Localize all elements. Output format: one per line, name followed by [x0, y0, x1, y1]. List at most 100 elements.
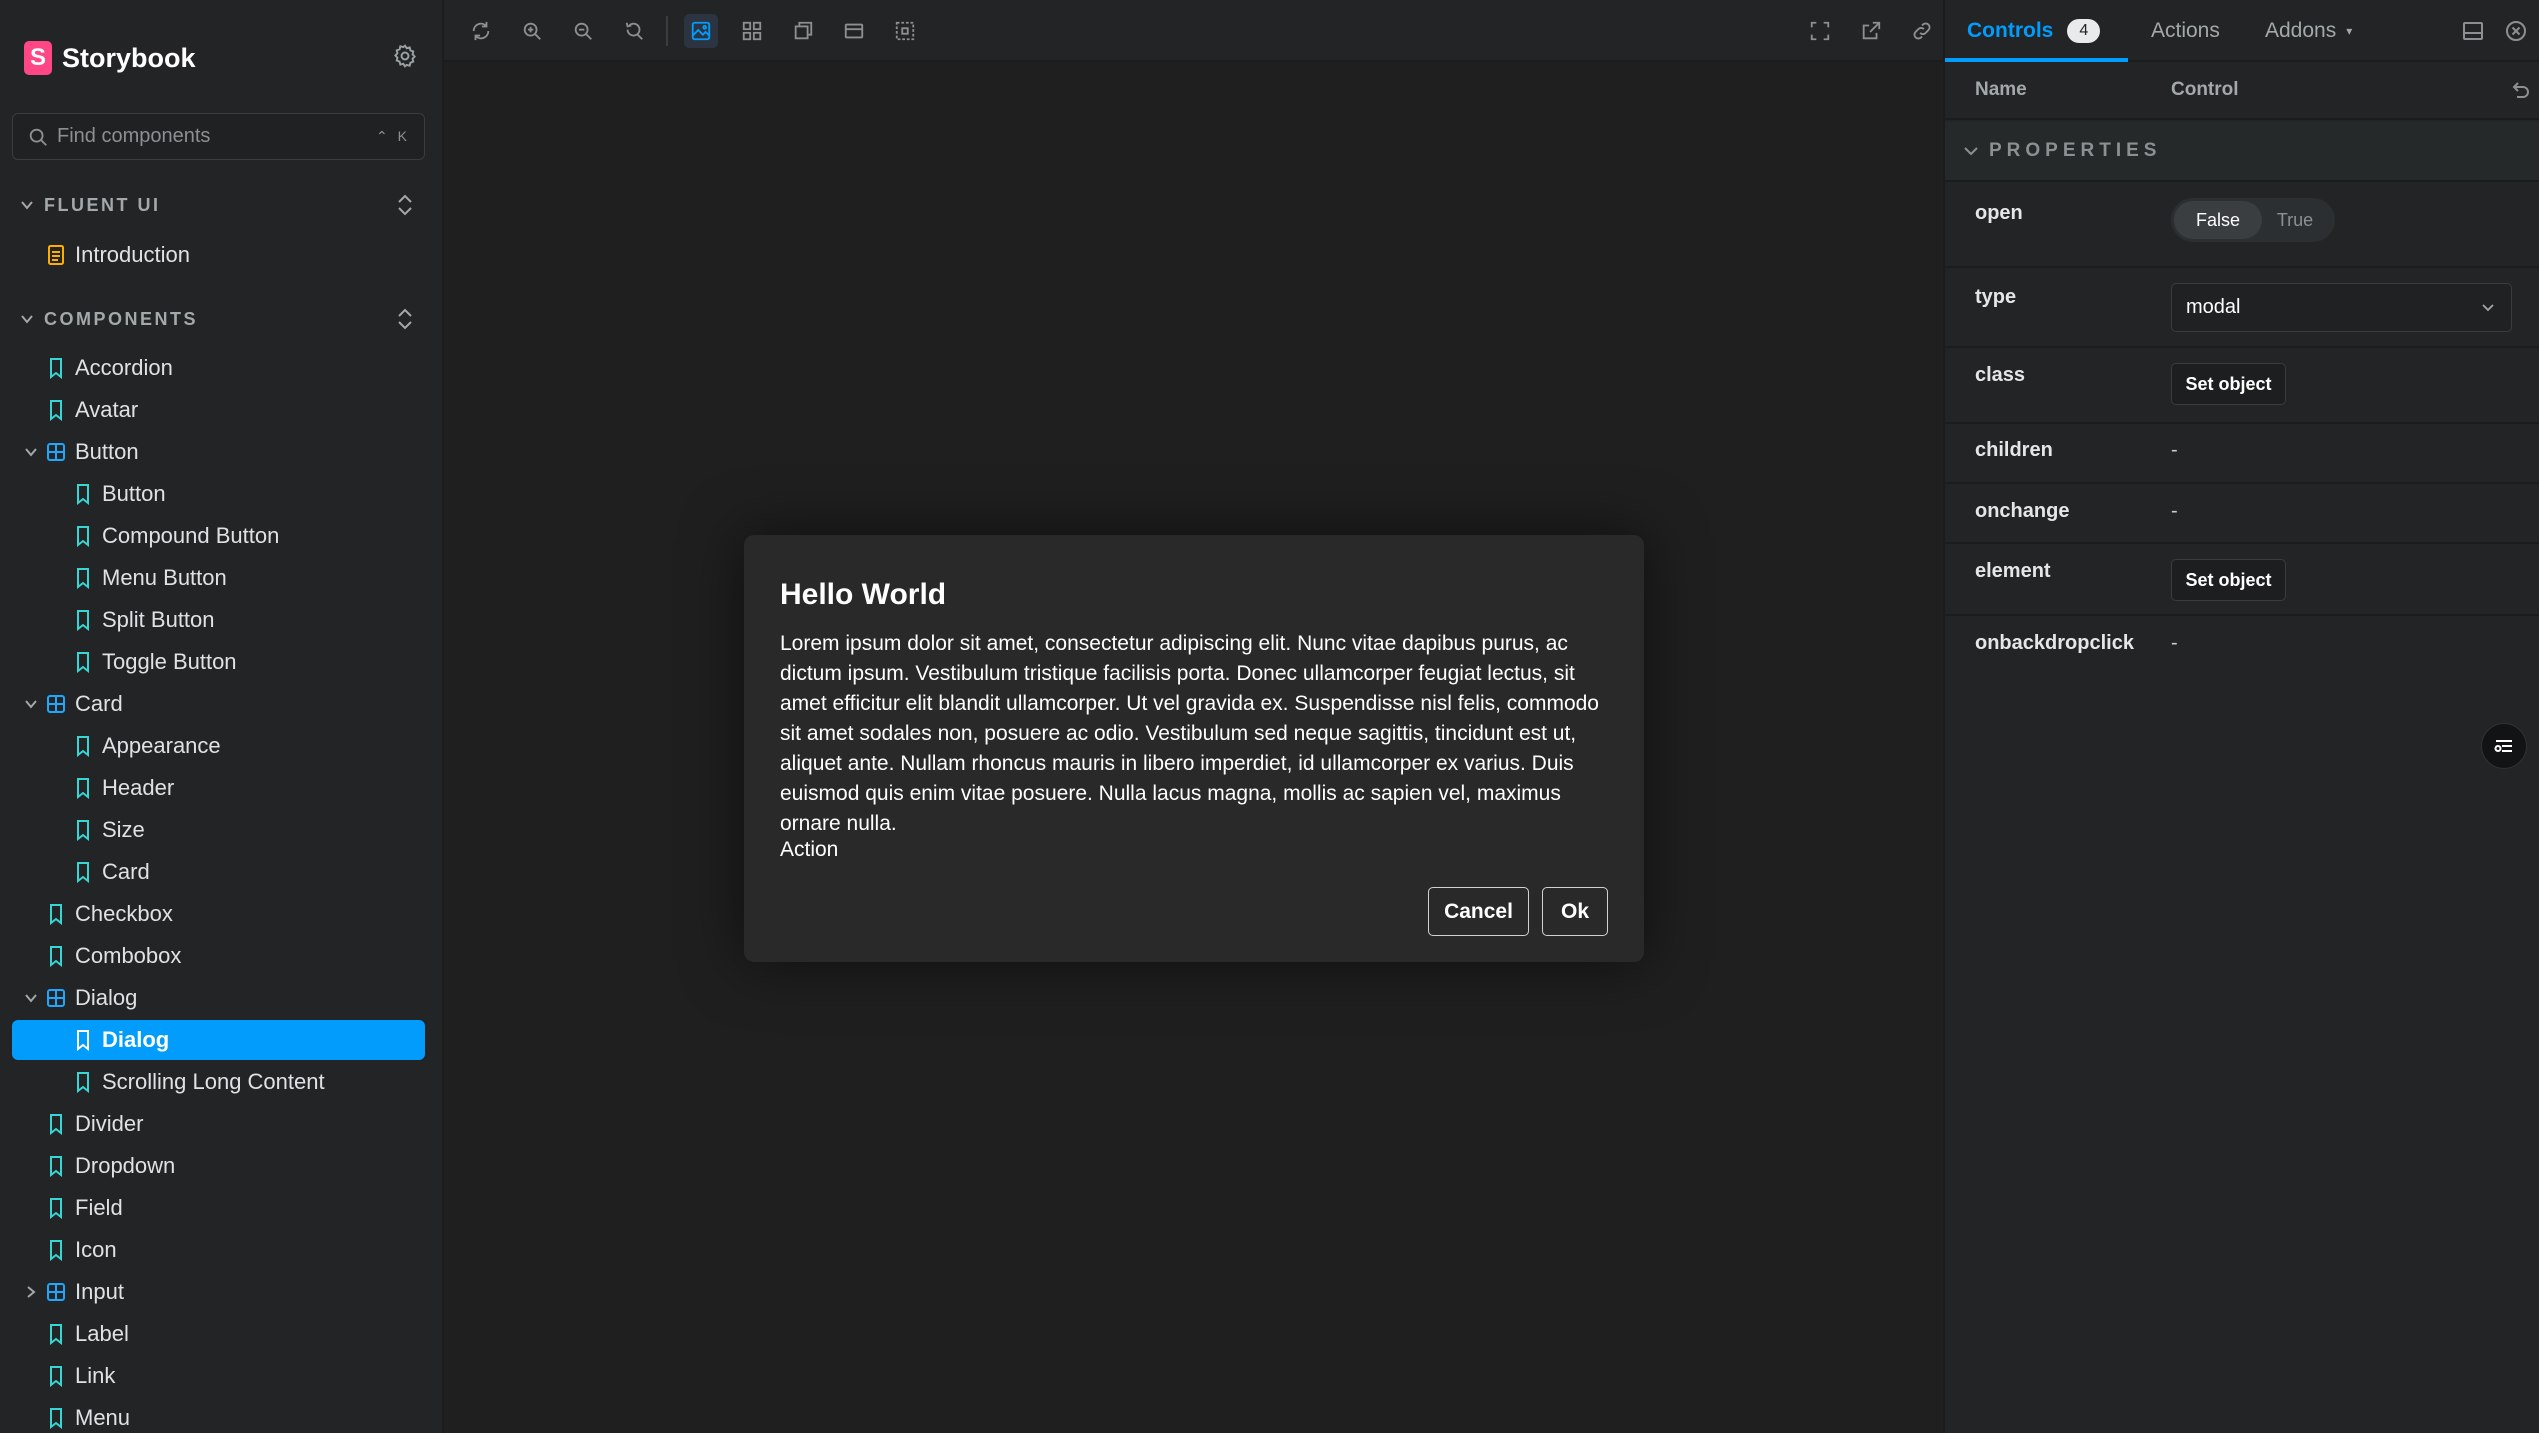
sidebar-story-item[interactable]: Combobox — [12, 936, 425, 976]
sidebar-story-item[interactable]: Size — [12, 810, 425, 850]
reset-controls-icon[interactable] — [2509, 81, 2531, 103]
bookmark-icon — [46, 1239, 66, 1262]
addon-panel: Controls 4 Actions Addons ▾ Name Control… — [1943, 0, 2539, 1433]
prop-value: - — [2171, 500, 2178, 522]
set-object-button[interactable]: Set object — [2171, 363, 2286, 405]
chevron-down-icon[interactable] — [24, 991, 38, 1005]
zoom-in-icon[interactable] — [515, 14, 549, 48]
search-box[interactable]: ⌃ K — [12, 113, 425, 160]
bookmark-icon — [46, 1155, 66, 1178]
sidebar-story-item[interactable]: Dialog — [12, 1020, 425, 1060]
sidebar-story-item[interactable]: Label — [12, 1314, 425, 1354]
reset-zoom-icon[interactable] — [617, 14, 651, 48]
expand-collapse-icon[interactable] — [394, 307, 416, 331]
close-icon[interactable] — [2505, 20, 2527, 42]
cancel-button[interactable]: Cancel — [1428, 887, 1529, 936]
toggle-false-option[interactable]: False — [2174, 201, 2262, 239]
section-fluent-ui[interactable]: FLUENT UI — [20, 190, 420, 220]
reload-icon[interactable] — [464, 14, 498, 48]
bookmark-icon — [73, 1029, 93, 1052]
tab-addons[interactable]: Addons ▾ — [2265, 0, 2352, 62]
grid-icon[interactable] — [735, 14, 769, 48]
sidebar-component-group[interactable]: Input — [12, 1272, 425, 1312]
sidebar-story-item[interactable]: Toggle Button — [12, 642, 425, 682]
sidebar-story-item[interactable]: Menu Button — [12, 558, 425, 598]
component-icon — [46, 693, 66, 715]
sidebar-story-item[interactable]: Header — [12, 768, 425, 808]
sidebar-story-item[interactable]: Accordion — [12, 348, 425, 388]
sidebar-story-item[interactable]: Split Button — [12, 600, 425, 640]
sidebar-story-item[interactable]: Icon — [12, 1230, 425, 1270]
preview-canvas: Hello World Lorem ipsum dolor sit amet, … — [444, 62, 1943, 1433]
ok-button[interactable]: Ok — [1542, 887, 1608, 936]
chevron-down-icon — [1964, 147, 1978, 156]
sidebar-story-item[interactable]: Compound Button — [12, 516, 425, 556]
measure-icon[interactable] — [888, 14, 922, 48]
sidebar-story-item[interactable]: Menu — [12, 1398, 425, 1433]
properties-group-header[interactable]: PROPERTIES — [1945, 122, 2539, 182]
controls-table-header: Name Control — [1945, 62, 2539, 120]
brand[interactable]: S Storybook — [24, 40, 196, 76]
bookmark-icon — [73, 567, 93, 590]
floating-settings-button[interactable] — [2481, 723, 2527, 769]
outline-icon[interactable] — [786, 14, 820, 48]
fullscreen-icon[interactable] — [1803, 14, 1837, 48]
panel-tabs: Controls 4 Actions Addons ▾ — [1945, 0, 2539, 62]
bookmark-icon — [46, 357, 66, 380]
sidebar-story-item[interactable]: Card — [12, 852, 425, 892]
settings-gear-icon[interactable] — [392, 43, 418, 69]
sidebar-story-item[interactable]: Scrolling Long Content — [12, 1062, 425, 1102]
preview-toolbar — [444, 0, 1943, 62]
chevron-down-icon — [2482, 303, 2494, 311]
chevron-down-icon — [21, 201, 33, 210]
sidebar-story-item[interactable]: Avatar — [12, 390, 425, 430]
sidebar-story-item[interactable]: Link — [12, 1356, 425, 1396]
bookmark-icon — [46, 1197, 66, 1220]
prop-name: open — [1975, 202, 2023, 224]
type-select[interactable]: modal — [2171, 283, 2512, 332]
sidebar-item-label: Accordion — [75, 355, 173, 380]
prop-value: - — [2171, 439, 2178, 461]
zoom-out-icon[interactable] — [566, 14, 600, 48]
boolean-toggle[interactable]: False True — [2171, 198, 2335, 242]
sidebar-item-label: Header — [102, 775, 175, 800]
copy-link-icon[interactable] — [1905, 14, 1939, 48]
sidebar-story-item[interactable]: Dropdown — [12, 1146, 425, 1186]
background-icon[interactable] — [684, 14, 718, 48]
chevron-right-icon[interactable] — [24, 1285, 38, 1299]
panel-layout-icon[interactable] — [2462, 20, 2484, 42]
search-shortcut: ⌃ K — [376, 128, 410, 144]
sidebar-story-item[interactable]: Divider — [12, 1104, 425, 1144]
sidebar-story-item[interactable]: Field — [12, 1188, 425, 1228]
sidebar-item-introduction[interactable]: Introduction — [12, 235, 425, 275]
control-row-element: element Set object — [1945, 544, 2539, 616]
sidebar-item-label: Dropdown — [75, 1153, 176, 1178]
chevron-down-icon[interactable] — [24, 445, 38, 459]
section-label: COMPONENTS — [44, 308, 199, 329]
component-icon — [46, 441, 66, 463]
tab-actions[interactable]: Actions — [2151, 0, 2220, 62]
toggle-true-option[interactable]: True — [2262, 201, 2328, 239]
tab-label: Addons — [2265, 19, 2337, 42]
tab-controls[interactable]: Controls 4 — [1967, 0, 2101, 62]
bookmark-icon — [46, 399, 66, 422]
chevron-down-icon[interactable] — [24, 697, 38, 711]
viewport-icon[interactable] — [837, 14, 871, 48]
section-components[interactable]: COMPONENTS — [20, 304, 420, 334]
control-row-onbackdropclick: onbackdropclick - — [1945, 616, 2539, 676]
sidebar-story-item[interactable]: Checkbox — [12, 894, 425, 934]
search-input[interactable] — [57, 125, 377, 148]
open-new-tab-icon[interactable] — [1854, 14, 1888, 48]
sidebar-component-group[interactable]: Card — [12, 684, 425, 724]
sidebar-story-item[interactable]: Appearance — [12, 726, 425, 766]
sidebar-component-group[interactable]: Button — [12, 432, 425, 472]
sidebar-story-item[interactable]: Button — [12, 474, 425, 514]
component-icon — [46, 987, 66, 1009]
set-object-button[interactable]: Set object — [2171, 559, 2286, 601]
control-row-open: open False True — [1945, 184, 2539, 268]
sidebar-component-group[interactable]: Dialog — [12, 978, 425, 1018]
sidebar-item-label: Icon — [75, 1237, 117, 1262]
expand-collapse-icon[interactable] — [394, 193, 416, 217]
prop-name: class — [1975, 364, 2026, 386]
bookmark-icon — [46, 1407, 66, 1430]
